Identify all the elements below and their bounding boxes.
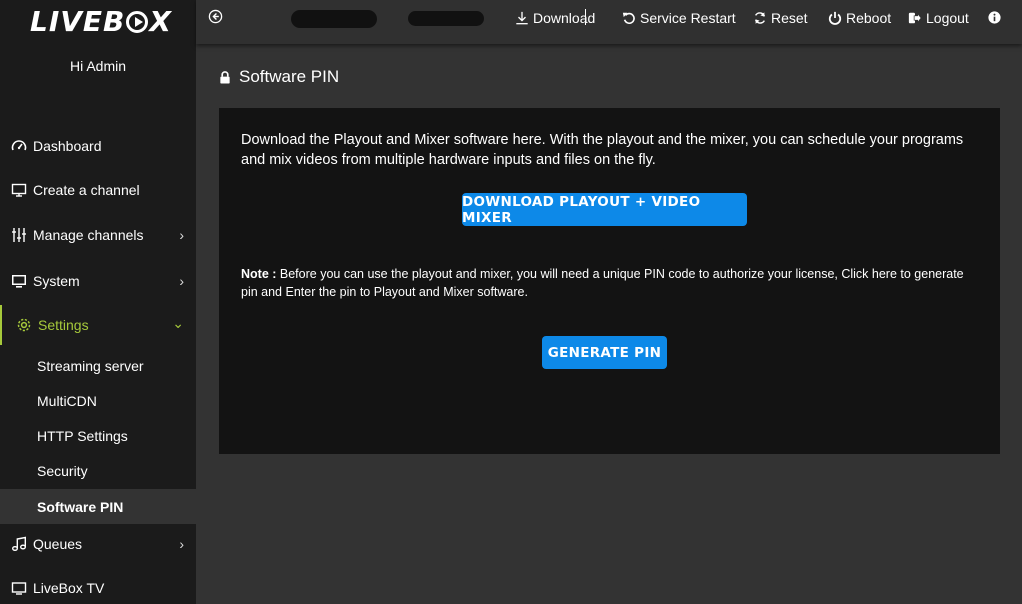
monitor-icon	[10, 181, 28, 199]
generate-pin-button[interactable]: GENERATE PIN	[542, 336, 667, 369]
note-text: Note : Before you can use the playout an…	[241, 265, 981, 301]
page-title-text: Software PIN	[239, 67, 340, 86]
sidebar-item-create-channel[interactable]: Create a channel	[0, 170, 196, 210]
description-text: Download the Playout and Mixer software …	[241, 132, 964, 168]
service-restart-link[interactable]: Service Restart	[622, 10, 736, 26]
sidebar: LIVEB X Hi Admin Dashboard Create a chann…	[0, 0, 196, 604]
reboot-link[interactable]: Reboot	[828, 10, 891, 26]
note-body: Before you can use the playout and mixer…	[241, 267, 964, 299]
info-icon[interactable]	[988, 11, 1001, 24]
sidebar-item-label: Queues	[33, 536, 83, 552]
sidebar-subitem-software-pin[interactable]: Software PIN	[0, 489, 196, 524]
download-icon	[515, 11, 529, 25]
power-icon	[828, 11, 842, 25]
redacted-name	[291, 10, 377, 28]
reset-link[interactable]: Reset	[753, 10, 808, 26]
sidebar-subitem-streaming-server[interactable]: Streaming server	[0, 348, 196, 383]
sidebar-subitem-security[interactable]: Security	[0, 453, 196, 488]
livebox-logo[interactable]: LIVEB X	[30, 6, 172, 38]
refresh-icon	[753, 11, 767, 25]
sign-out-icon	[908, 11, 922, 25]
undo-icon	[622, 11, 636, 25]
gear-icon	[15, 316, 33, 334]
sidebar-item-label: Dashboard	[33, 138, 102, 154]
logout-link[interactable]: Logout	[908, 10, 969, 26]
service-restart-label: Service Restart	[640, 10, 736, 26]
chevron-right-icon: ›	[179, 227, 184, 243]
chevron-down-icon: ⌄	[172, 315, 184, 331]
chevron-right-icon: ›	[179, 536, 184, 552]
sidebar-item-label: System	[33, 273, 80, 289]
lock-icon	[219, 70, 231, 84]
chevron-right-icon: ›	[179, 273, 184, 289]
download-label: Download	[533, 10, 596, 26]
note-label: Note :	[241, 267, 277, 281]
sidebar-item-queues[interactable]: Queues ›	[0, 524, 196, 564]
download-playout-mixer-button[interactable]: DOWNLOAD PLAYOUT + VIDEO MIXER	[462, 193, 747, 226]
reboot-label: Reboot	[846, 10, 892, 26]
sidebar-item-label: Create a channel	[33, 182, 140, 198]
sidebar-item-manage-channels[interactable]: Manage channels ›	[0, 215, 196, 255]
gauge-icon	[10, 137, 28, 155]
sidebar-subitem-multicdn[interactable]: MultiCDN	[0, 383, 196, 418]
topbar: Download Service Restart Reset Reboot Lo…	[196, 0, 1022, 44]
sidebar-item-label: Manage channels	[33, 227, 144, 243]
software-pin-panel: Download the Playout and Mixer software …	[219, 108, 1000, 454]
logout-label: Logout	[926, 10, 969, 26]
sidebar-item-dashboard[interactable]: Dashboard	[0, 126, 196, 166]
sliders-icon	[10, 226, 28, 244]
tv-icon	[10, 579, 28, 597]
sidebar-item-label: LiveBox TV	[33, 580, 105, 596]
user-greeting: Hi Admin	[69, 58, 127, 74]
sidebar-item-system[interactable]: System ›	[0, 261, 196, 301]
sidebar-subitem-http-settings[interactable]: HTTP Settings	[0, 418, 196, 453]
back-arrow-icon[interactable]	[208, 9, 223, 24]
redacted-account	[408, 11, 484, 26]
sidebar-item-livebox-tv[interactable]: LiveBox TV	[0, 568, 196, 604]
download-link[interactable]: Download	[515, 10, 595, 26]
page-title: Software PIN	[219, 67, 339, 87]
desktop-icon	[10, 272, 28, 290]
reset-label: Reset	[771, 10, 808, 26]
music-icon	[10, 535, 28, 553]
sidebar-item-label: Settings	[38, 317, 89, 333]
sidebar-item-settings[interactable]: Settings ⌄	[0, 305, 196, 345]
